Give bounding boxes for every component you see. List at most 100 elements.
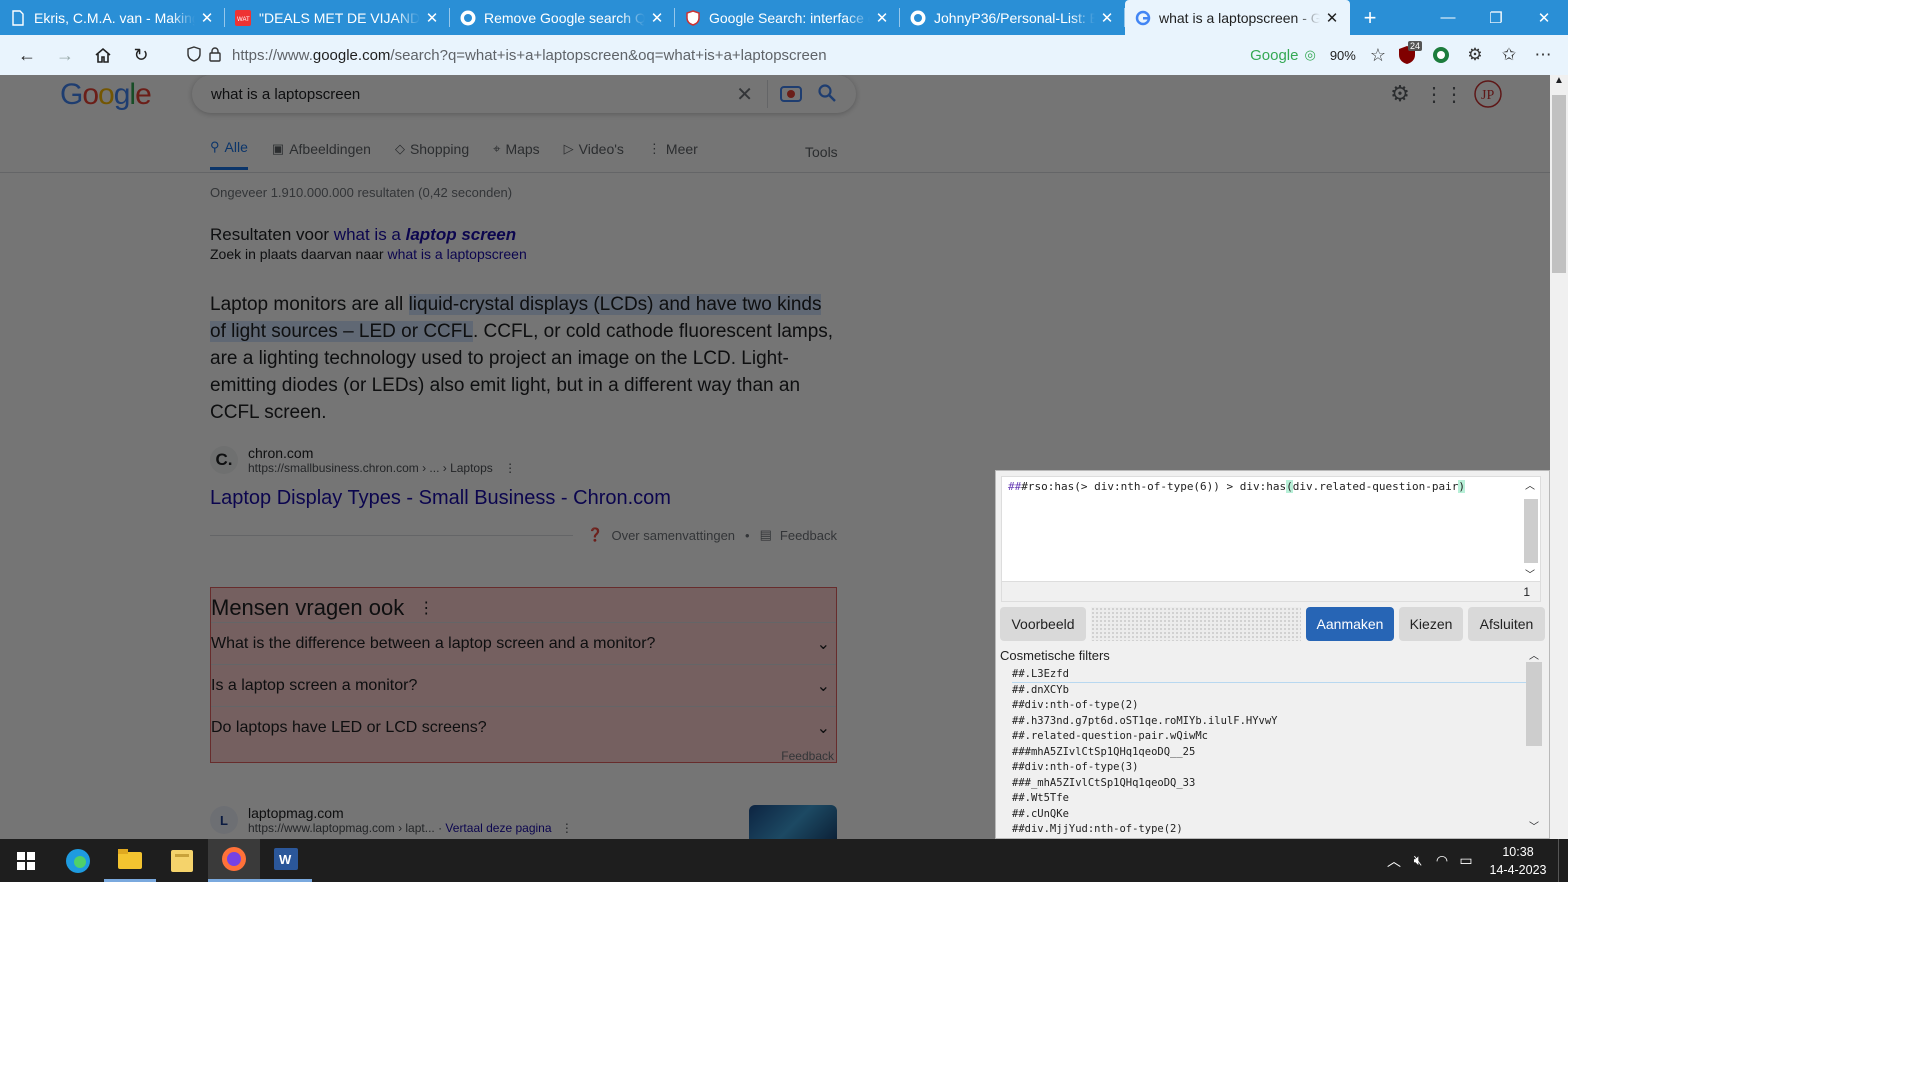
cosmetic-filter-item[interactable]: ##.Wt5Tfe — [1012, 791, 1526, 807]
avatar[interactable]: JP — [1466, 80, 1510, 108]
paa-question[interactable]: What is the difference between a laptop … — [211, 622, 836, 664]
tab-maps[interactable]: ⌖ Maps — [493, 139, 540, 170]
speaker-muted-icon[interactable]: 🔇︎ — [1406, 852, 1430, 869]
word-icon[interactable]: W — [260, 839, 312, 882]
restore-icon[interactable]: ❐ — [1472, 0, 1520, 35]
extensions-puzzle-icon[interactable]: ⚙ — [1458, 45, 1492, 65]
tracking-shield-icon[interactable] — [186, 45, 202, 65]
home-icon[interactable] — [84, 39, 122, 71]
snippet-source[interactable]: C. chron.com https://smallbusiness.chron… — [210, 445, 516, 475]
show-desktop-button[interactable] — [1558, 839, 1568, 882]
original-query-link[interactable]: what is a laptopscreen — [387, 246, 526, 262]
tab-6-active[interactable]: what is a laptopscreen - Goo ✕ — [1125, 0, 1350, 35]
tab-label: Shopping — [409, 140, 470, 157]
notes-icon[interactable] — [156, 839, 208, 882]
cosmetic-filter-item[interactable]: ###mhA5ZIvlCtSp1QHq1qeoDQ__25 — [1012, 745, 1526, 761]
settings-gear-icon[interactable]: ⚙ — [1378, 80, 1422, 108]
scrollbar-thumb[interactable] — [1552, 95, 1566, 273]
create-button[interactable]: Aanmaken — [1306, 607, 1394, 641]
close-icon[interactable]: ✕ — [874, 9, 890, 27]
tab-4[interactable]: Google Search: interface clea ✕ — [675, 0, 900, 35]
favorites-icon[interactable]: ✩ — [1492, 45, 1526, 65]
tab-5[interactable]: JohnyP36/Personal-List: Block ✕ — [900, 0, 1125, 35]
cosmetic-filter-item[interactable]: ##div:nth-of-type(2) — [1012, 698, 1526, 714]
menu-dots-icon[interactable]: ⋯ — [1526, 45, 1560, 65]
back-icon[interactable]: ← — [8, 39, 46, 71]
about-snippets-link[interactable]: Over samenvattingen — [611, 528, 735, 543]
clock[interactable]: 10:38 14-4-2023 — [1478, 843, 1558, 879]
result-title-link[interactable]: Laptop Display Types - Small Business - … — [210, 487, 671, 510]
fingerprint-icon[interactable]: ◎ — [1304, 47, 1315, 63]
tab-2[interactable]: WAT "DEALS MET DE VIJAND" - do ✕ — [225, 0, 450, 35]
paa-question[interactable]: Is a laptop screen a monitor? ⌄ — [211, 664, 836, 706]
ublock-icon[interactable]: 24 — [1390, 41, 1424, 65]
window-close-icon[interactable]: ✕ — [1520, 0, 1568, 35]
cosmetic-filter-item[interactable]: ##div:nth-of-type(3) — [1012, 760, 1526, 776]
quit-button[interactable]: Afsluiten — [1468, 607, 1545, 641]
search-icon[interactable] — [818, 83, 836, 105]
preview-button[interactable]: Voorbeeld — [1000, 607, 1086, 641]
filters-scrollbar[interactable]: ︿ ﹀ — [1526, 647, 1546, 837]
cosmetic-filter-item[interactable]: ##.L3Ezfd — [1012, 667, 1526, 683]
close-icon[interactable]: ✕ — [649, 9, 665, 27]
feedback-link[interactable]: Feedback — [780, 528, 837, 543]
google-logo[interactable]: Google — [60, 78, 152, 112]
tab-shopping[interactable]: ◇ Shopping — [395, 139, 469, 170]
edge-icon[interactable] — [52, 839, 104, 882]
search-box[interactable]: what is a laptopscreen ✕ — [192, 75, 856, 113]
forward-icon[interactable]: → — [46, 39, 84, 71]
more-options-icon[interactable]: ⋮ — [418, 598, 434, 618]
cosmetic-filter-item[interactable]: ##div.MjjYud:nth-of-type(2) — [1012, 822, 1526, 837]
clear-icon[interactable]: ✕ — [736, 82, 753, 107]
zoom-level[interactable]: 90% — [1330, 48, 1356, 63]
more-options-icon[interactable]: ⋮ — [561, 821, 573, 835]
lock-icon[interactable] — [208, 46, 222, 65]
extension-green-icon[interactable] — [1424, 46, 1458, 64]
reload-icon[interactable]: ↻ — [122, 39, 160, 71]
new-tab-button[interactable]: + — [1350, 0, 1390, 35]
google-badge[interactable]: Google — [1250, 47, 1298, 64]
textarea-scrollbar[interactable]: ︿ ﹀ — [1520, 477, 1540, 581]
url-text[interactable]: https://www.google.com/search?q=what+is+… — [232, 47, 1250, 64]
filter-textarea[interactable]: ###rso:has(> div:nth-of-type(6)) > div:h… — [1001, 476, 1541, 582]
chevron-up-icon[interactable]: ︿ — [1382, 851, 1406, 871]
cosmetic-filter-item[interactable]: ##.related-question-pair.wQiwMc — [1012, 729, 1526, 745]
bookmark-star-icon[interactable]: ☆ — [1370, 45, 1386, 66]
firefox-icon[interactable] — [208, 839, 260, 882]
cosmetic-filter-item[interactable]: ##.dnXCYb — [1012, 683, 1526, 699]
pick-button[interactable]: Kiezen — [1399, 607, 1463, 641]
tab-all[interactable]: ⚲ Alle — [210, 139, 248, 170]
paa-question[interactable]: Do laptops have LED or LCD screens? ⌄ — [211, 706, 836, 748]
apps-grid-icon[interactable]: ⋮⋮ — [1422, 80, 1466, 108]
tab-1[interactable]: Ekris, C.M.A. van - Making Se ✕ — [0, 0, 225, 35]
minimize-icon[interactable]: — — [1424, 0, 1472, 35]
url-bar[interactable]: https://www.google.com/search?q=what+is+… — [176, 39, 1386, 71]
tools-button[interactable]: Tools — [805, 144, 838, 160]
tab-3[interactable]: Remove Google search Quest ✕ — [450, 0, 675, 35]
tab-more[interactable]: ⋮ Meer — [648, 139, 698, 170]
battery-icon[interactable]: ▭ — [1454, 852, 1478, 869]
tab-videos[interactable]: ▷ Video's — [564, 139, 624, 170]
paa-feedback-link[interactable]: Feedback — [781, 749, 834, 763]
tab-images[interactable]: ▣ Afbeeldingen — [272, 139, 371, 170]
file-explorer-icon[interactable] — [104, 839, 156, 882]
search-input[interactable]: what is a laptopscreen — [211, 86, 736, 103]
translate-link[interactable]: Vertaal deze pagina — [445, 821, 551, 835]
search-result-2[interactable]: L laptopmag.com https://www.laptopmag.co… — [210, 805, 573, 835]
close-icon[interactable]: ✕ — [1099, 9, 1115, 27]
cosmetic-filter-item[interactable]: ##.h373nd.g7pt6d.oST1qe.roMIYb.ilulF.HYv… — [1012, 714, 1526, 730]
cosmetic-filter-item[interactable]: ##.cUnQKe — [1012, 807, 1526, 823]
start-icon[interactable] — [0, 839, 52, 882]
wifi-icon[interactable]: ◠ — [1430, 852, 1454, 869]
scrollbar-thumb[interactable] — [1526, 662, 1542, 746]
scrollbar-thumb[interactable] — [1524, 499, 1538, 563]
camera-icon[interactable] — [780, 83, 802, 106]
close-icon[interactable]: ✕ — [1324, 9, 1340, 27]
corrected-query-link[interactable]: what is a laptop screen — [334, 225, 516, 244]
result-thumbnail[interactable] — [749, 805, 837, 839]
close-icon[interactable]: ✕ — [199, 9, 215, 27]
page-scrollbar[interactable]: ▲ — [1550, 75, 1568, 839]
cosmetic-filter-item[interactable]: ###_mhA5ZIvlCtSp1QHq1qeoDQ_33 — [1012, 776, 1526, 792]
close-icon[interactable]: ✕ — [424, 9, 440, 27]
more-options-icon[interactable]: ⋮ — [504, 461, 516, 475]
